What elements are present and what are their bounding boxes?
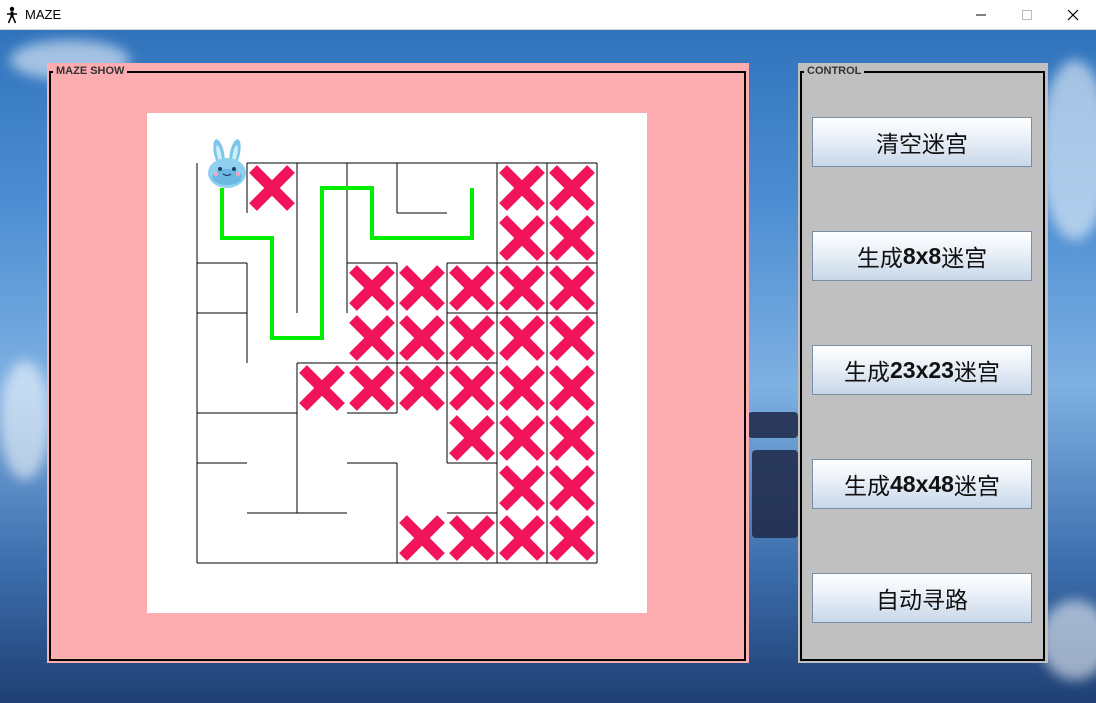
bunny-icon [208,139,246,188]
cross-icon [499,515,545,561]
maze-canvas[interactable] [147,113,647,613]
cross-icon [549,265,595,311]
cross-icon [299,365,345,411]
cross-icon [499,165,545,211]
minimize-icon [976,14,986,16]
cross-icon [449,315,495,361]
background-cloud [0,360,50,480]
cross-icon [549,315,595,361]
cross-icon [399,515,445,561]
auto-pathfind-label: 自动寻路 [876,588,968,614]
control-panel: CONTROL 清空迷宫 生成 8x8 迷宫 生成 23x23 迷宫 生成 48x48 迷宫… [798,63,1048,663]
cross-icon [549,165,595,211]
maze-grid [196,139,598,564]
app-icon [7,6,17,24]
window-title: MAZE [25,7,62,22]
button-suffix: 迷宫 [953,474,1000,500]
maze-panel-legend: MAZE SHOW [53,65,128,77]
clear-maze-button[interactable]: 清空迷宫 [812,117,1032,167]
maximize-icon [1022,10,1032,20]
button-suffix: 迷宫 [953,360,1000,386]
cross-icon [499,315,545,361]
cross-icon [349,365,395,411]
minimize-button[interactable] [958,0,1004,30]
cross-icon [549,465,595,511]
cross-icon [399,365,445,411]
cross-icon [499,265,545,311]
title-bar: MAZE [0,0,1096,30]
button-prefix: 生成 [856,246,903,272]
cross-icon [349,315,395,361]
generate-23x23-maze-button[interactable]: 生成 23x23 迷宫 [812,345,1032,395]
generate-48x48-maze-button[interactable]: 生成 48x48 迷宫 [812,459,1032,509]
generate-8x8-maze-button[interactable]: 生成 8x8 迷宫 [812,231,1032,281]
cross-icon [549,215,595,261]
cross-icon [349,265,395,311]
cross-icon [549,515,595,561]
close-button[interactable] [1050,0,1096,30]
cross-icon [499,365,545,411]
control-panel-legend: CONTROL [804,65,865,77]
maze-size: 8x8 [902,242,942,269]
cross-icon [449,365,495,411]
cross-icon [499,415,545,461]
background-figure [748,412,798,438]
maze-panel: MAZE SHOW [47,63,749,663]
background-figure [752,450,798,538]
background-cloud [1040,600,1096,680]
cross-icon [249,165,295,211]
button-prefix: 生成 [844,474,891,500]
maze-size: 48x48 [890,470,954,497]
cross-icon [549,365,595,411]
button-suffix: 迷宫 [941,246,988,272]
cross-icon [499,215,545,261]
cross-icon [449,515,495,561]
cross-icon [449,415,495,461]
cross-icon [549,415,595,461]
background-cloud [1040,60,1096,240]
cross-icon [499,465,545,511]
button-prefix: 生成 [844,360,891,386]
auto-pathfind-button[interactable]: 自动寻路 [812,573,1032,623]
clear-maze-label: 清空迷宫 [876,132,968,158]
cross-icon [399,315,445,361]
cross-icon [399,265,445,311]
maze-size: 23x23 [890,356,954,383]
close-icon [1067,9,1079,21]
maximize-button[interactable] [1004,0,1050,30]
cross-icon [449,265,495,311]
